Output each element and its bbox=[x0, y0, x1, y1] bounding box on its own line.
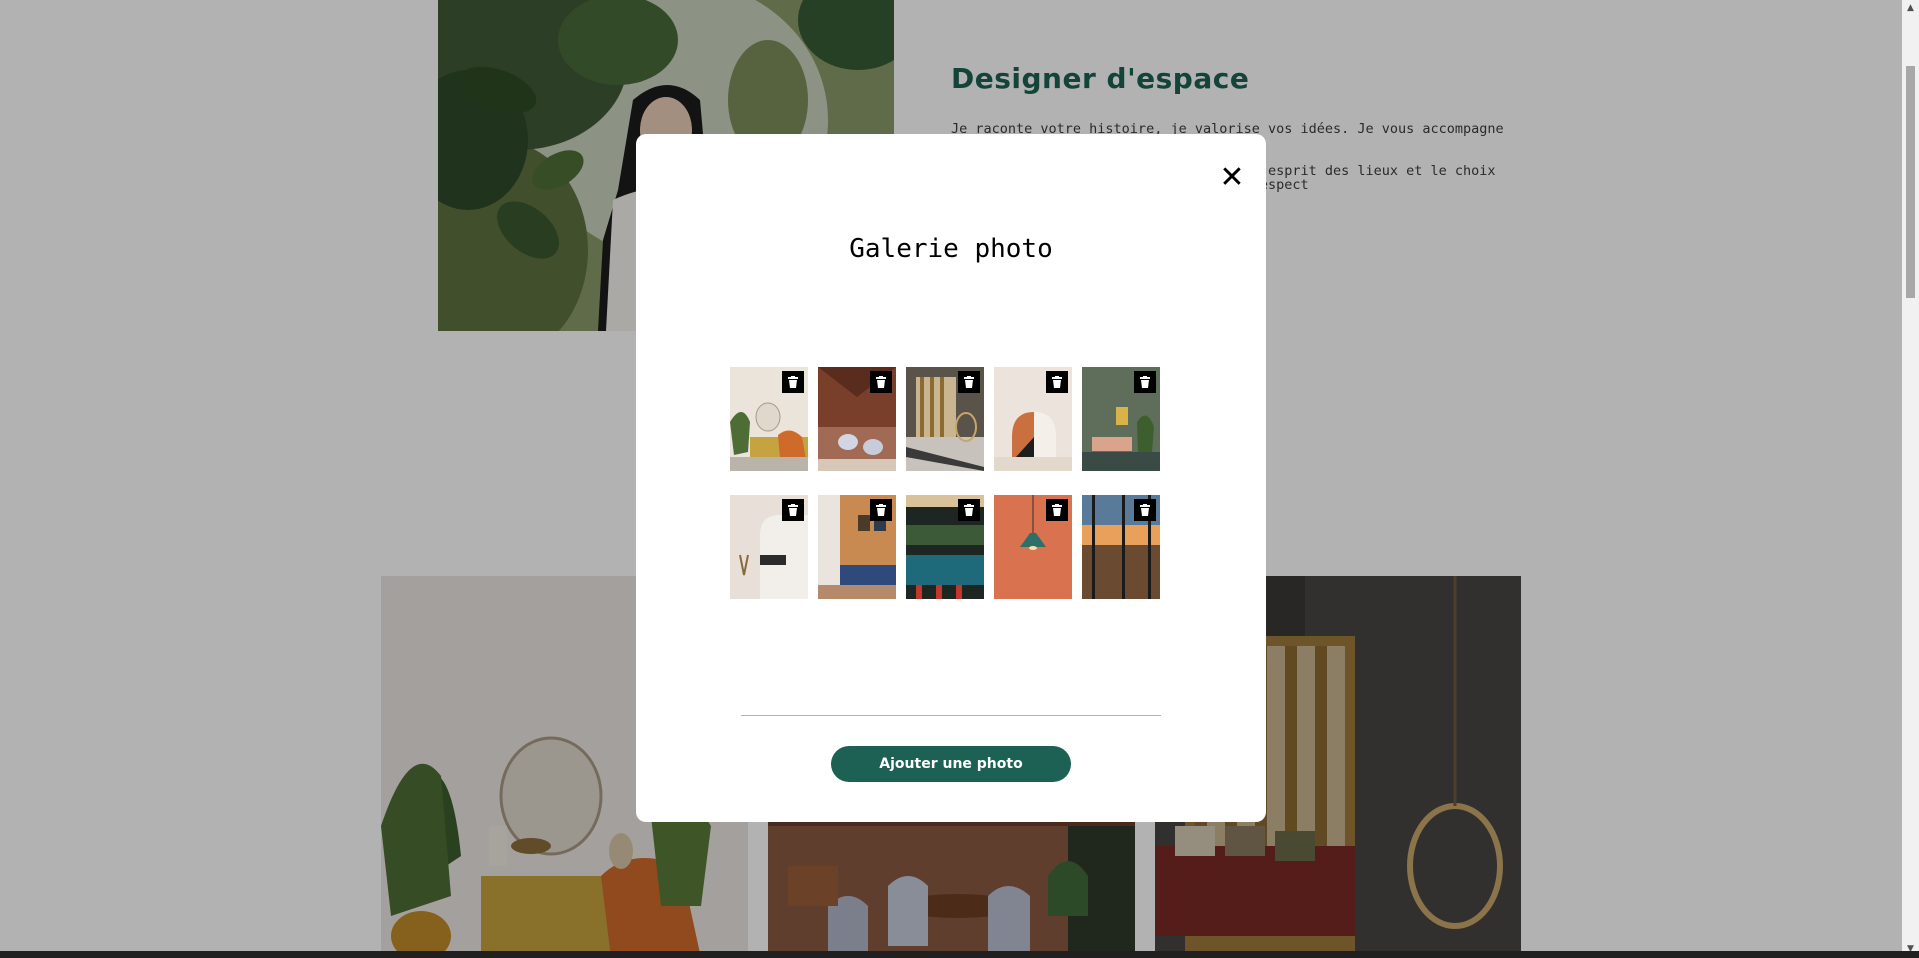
delete-photo-button[interactable] bbox=[1134, 371, 1156, 393]
add-photo-button[interactable]: Ajouter une photo bbox=[831, 746, 1071, 782]
photo-thumbnail[interactable] bbox=[1082, 495, 1160, 599]
trash-icon bbox=[788, 376, 798, 388]
gallery-modal: ✕ Galerie photo Ajouter une photo bbox=[636, 134, 1266, 822]
modal-title: Galerie photo bbox=[849, 234, 1053, 264]
photo-thumbnail[interactable] bbox=[906, 495, 984, 599]
trash-icon bbox=[964, 504, 974, 516]
photo-thumbnail[interactable] bbox=[818, 367, 896, 471]
trash-icon bbox=[1140, 504, 1150, 516]
scrollbar-thumb[interactable] bbox=[1906, 66, 1915, 298]
photo-thumbnail[interactable] bbox=[994, 495, 1072, 599]
photo-thumbnail[interactable] bbox=[730, 495, 808, 599]
delete-photo-button[interactable] bbox=[958, 371, 980, 393]
taskbar-strip bbox=[0, 951, 1919, 958]
delete-photo-button[interactable] bbox=[782, 499, 804, 521]
delete-photo-button[interactable] bbox=[870, 371, 892, 393]
trash-icon bbox=[1052, 504, 1062, 516]
delete-photo-button[interactable] bbox=[958, 499, 980, 521]
trash-icon bbox=[964, 376, 974, 388]
photo-thumbnail[interactable] bbox=[906, 367, 984, 471]
trash-icon bbox=[1140, 376, 1150, 388]
trash-icon bbox=[1052, 376, 1062, 388]
photo-thumbnail[interactable] bbox=[994, 367, 1072, 471]
photo-thumbnail[interactable] bbox=[818, 495, 896, 599]
delete-photo-button[interactable] bbox=[870, 499, 892, 521]
delete-photo-button[interactable] bbox=[1046, 499, 1068, 521]
page-scrollbar[interactable]: ▲ ▼ bbox=[1902, 0, 1919, 958]
delete-photo-button[interactable] bbox=[1134, 499, 1156, 521]
trash-icon bbox=[876, 376, 886, 388]
photo-thumbnail[interactable] bbox=[730, 367, 808, 471]
trash-icon bbox=[876, 504, 886, 516]
delete-photo-button[interactable] bbox=[1046, 371, 1068, 393]
photo-thumbnail[interactable] bbox=[1082, 367, 1160, 471]
scroll-up-icon[interactable]: ▲ bbox=[1902, 0, 1919, 17]
delete-photo-button[interactable] bbox=[782, 371, 804, 393]
trash-icon bbox=[788, 504, 798, 516]
modal-divider bbox=[741, 715, 1161, 716]
close-icon[interactable]: ✕ bbox=[1216, 162, 1248, 194]
